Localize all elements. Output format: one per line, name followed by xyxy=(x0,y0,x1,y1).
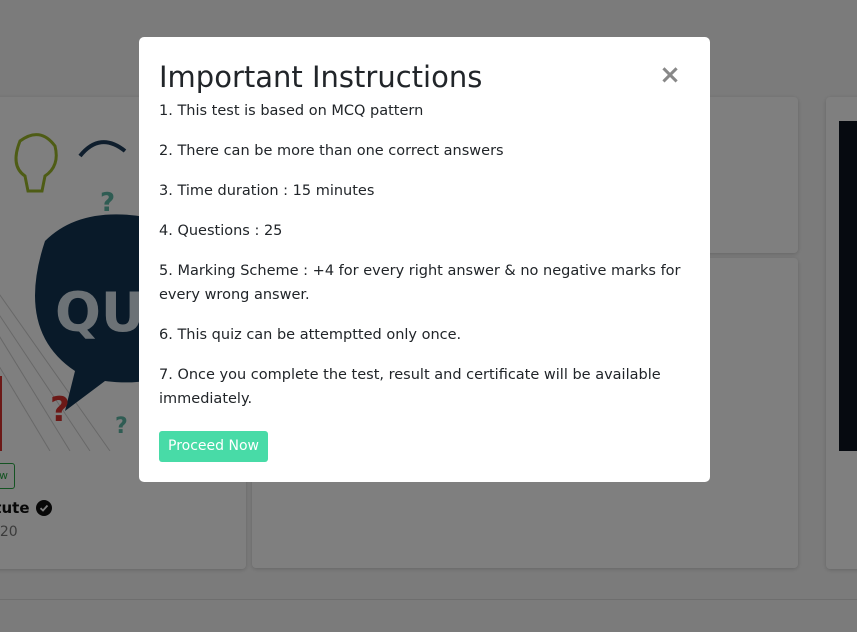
instruction-item: 4. Questions : 25 xyxy=(159,223,283,239)
modal-title: Important Instructions xyxy=(159,60,483,94)
instructions-list: 1. This test is based on MCQ pattern 2. … xyxy=(159,99,690,411)
instruction-item: 6. This quiz can be attemptted only once… xyxy=(159,327,462,343)
instructions-modal: Important Instructions × 1. This test is… xyxy=(139,37,710,482)
instruction-item: 7. Once you complete the test, result an… xyxy=(159,367,661,407)
instruction-item: 5. Marking Scheme : +4 for every right a… xyxy=(159,263,681,303)
proceed-now-button[interactable]: Proceed Now xyxy=(159,431,268,462)
instruction-item: 2. There can be more than one correct an… xyxy=(159,143,504,159)
instruction-item: 1. This test is based on MCQ pattern xyxy=(159,103,424,119)
instruction-item: 3. Time duration : 15 minutes xyxy=(159,183,375,199)
close-icon[interactable]: × xyxy=(658,61,682,89)
